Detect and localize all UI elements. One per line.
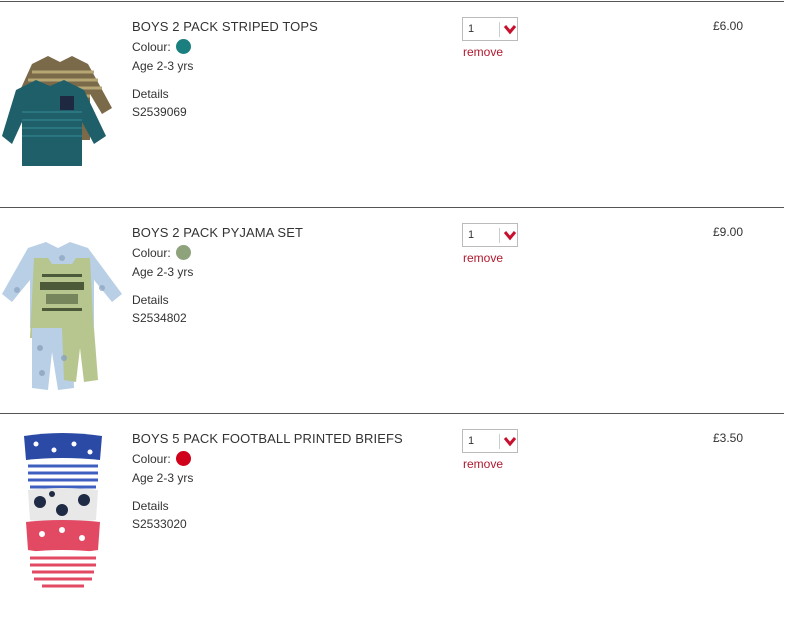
price: £6.00 xyxy=(713,19,744,33)
details-label: Details xyxy=(132,87,169,101)
colour-swatch xyxy=(175,39,191,54)
product-sku: S2534802 xyxy=(132,311,187,325)
basket-item: BOYS 5 PACK FOOTBALL PRINTED BRIEFS Colo… xyxy=(0,413,784,619)
remove-link[interactable]: remove xyxy=(463,251,503,265)
divider xyxy=(499,434,500,449)
age-text: Age 2-3 yrs xyxy=(132,471,194,485)
colour-swatch xyxy=(175,451,191,466)
colour-swatch xyxy=(175,245,191,260)
quantity-select[interactable]: 1 xyxy=(462,429,518,453)
age-text: Age 2-3 yrs xyxy=(132,265,194,279)
quantity-select[interactable]: 1 xyxy=(462,17,518,41)
colour-label: Colour: xyxy=(132,451,171,466)
chevron-down-icon xyxy=(503,25,517,35)
product-image-pyjama-set[interactable] xyxy=(2,218,122,398)
product-title[interactable]: BOYS 5 PACK FOOTBALL PRINTED BRIEFS xyxy=(132,431,403,446)
details-label: Details xyxy=(132,499,169,513)
product-image-striped-tops[interactable] xyxy=(2,12,122,192)
remove-link[interactable]: remove xyxy=(463,457,503,471)
product-image-football-briefs[interactable] xyxy=(2,424,122,604)
colour-label: Colour: xyxy=(132,39,171,54)
details-label: Details xyxy=(132,293,169,307)
product-title[interactable]: BOYS 2 PACK PYJAMA SET xyxy=(132,225,303,240)
quantity-value: 1 xyxy=(468,229,475,241)
colour-row: Colour: xyxy=(132,451,191,466)
colour-row: Colour: xyxy=(132,245,191,260)
quantity-value: 1 xyxy=(468,435,475,447)
product-title[interactable]: BOYS 2 PACK STRIPED TOPS xyxy=(132,19,318,34)
remove-link[interactable]: remove xyxy=(463,45,503,59)
product-sku: S2533020 xyxy=(132,517,187,531)
divider xyxy=(499,228,500,243)
basket-item: BOYS 2 PACK STRIPED TOPS Colour: Age 2-3… xyxy=(0,1,784,207)
chevron-down-icon xyxy=(503,231,517,241)
price: £3.50 xyxy=(713,431,744,445)
colour-row: Colour: xyxy=(132,39,191,54)
quantity-value: 1 xyxy=(468,23,475,35)
price: £9.00 xyxy=(713,225,744,239)
product-sku: S2539069 xyxy=(132,105,187,119)
age-text: Age 2-3 yrs xyxy=(132,59,194,73)
quantity-select[interactable]: 1 xyxy=(462,223,518,247)
divider xyxy=(499,22,500,37)
chevron-down-icon xyxy=(503,437,517,447)
colour-label: Colour: xyxy=(132,245,171,260)
basket-item: BOYS 2 PACK PYJAMA SET Colour: Age 2-3 y… xyxy=(0,207,784,413)
